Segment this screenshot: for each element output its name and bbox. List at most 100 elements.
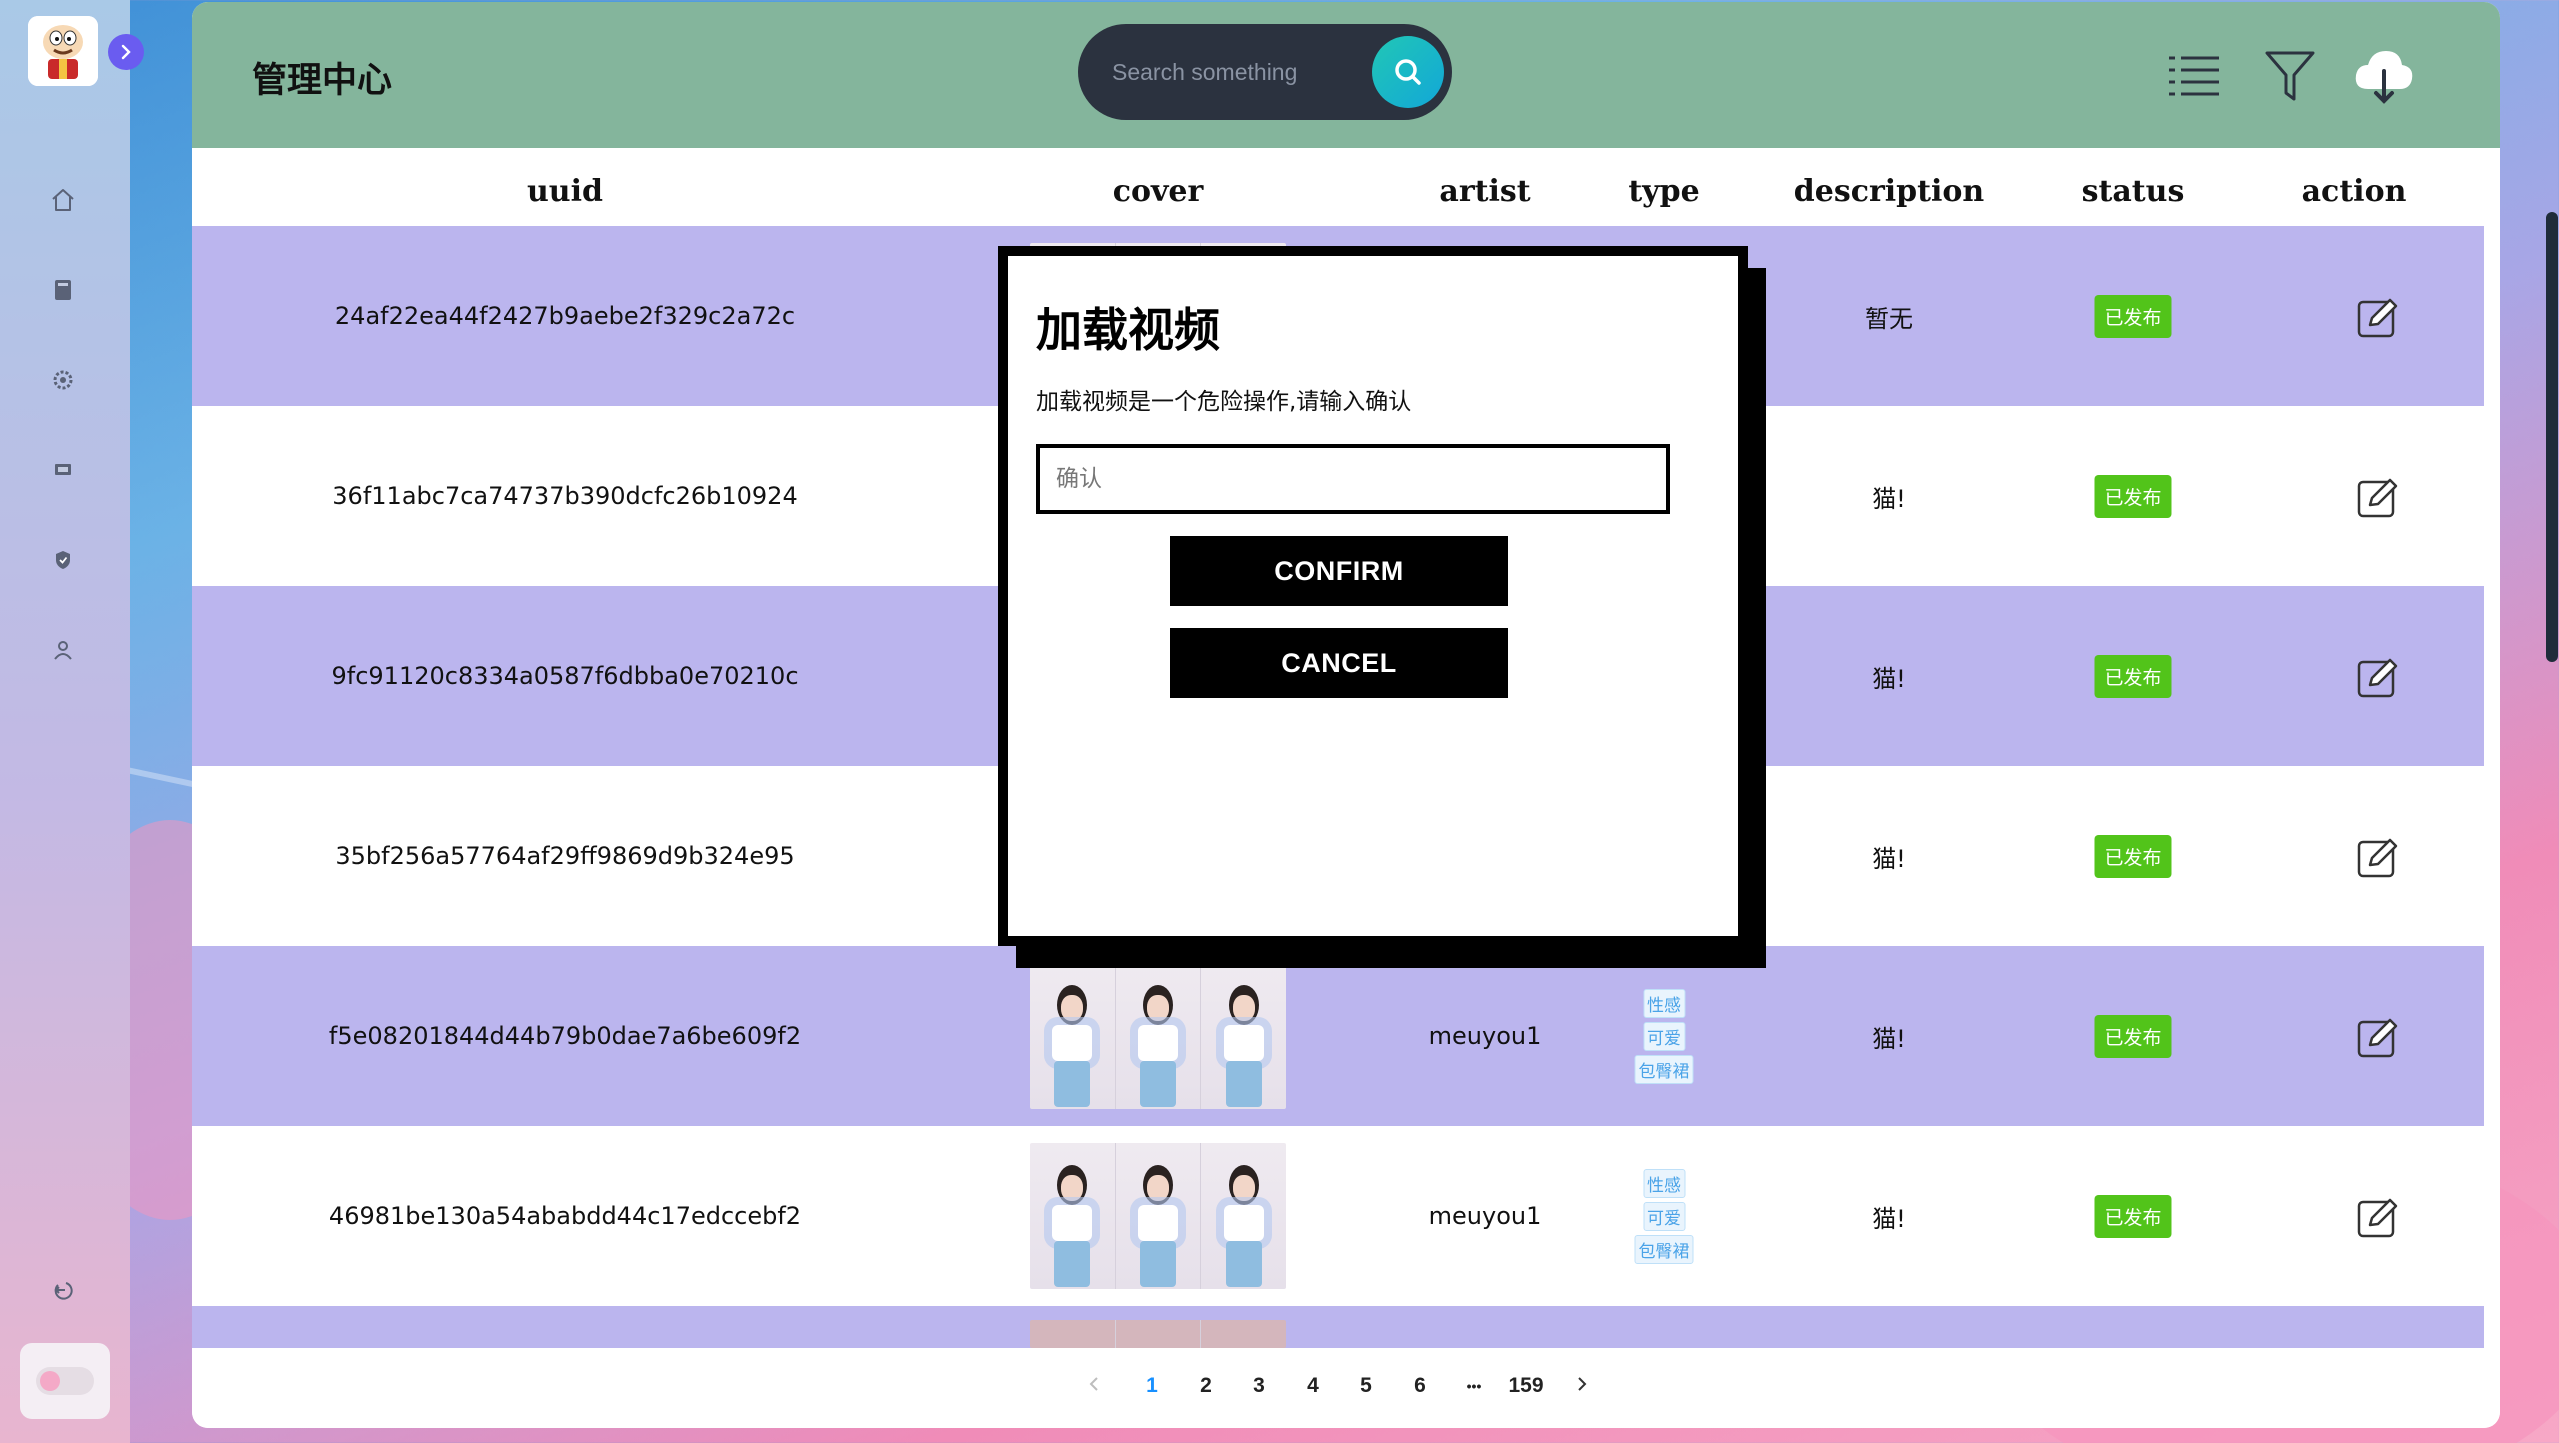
page-button[interactable]: 5 xyxy=(1360,1374,1372,1398)
column-header-cover[interactable]: cover xyxy=(1113,174,1204,209)
sidebar-item-user[interactable] xyxy=(45,632,81,668)
expand-sidebar-button[interactable] xyxy=(108,34,144,70)
table-row[interactable] xyxy=(192,1306,2484,1348)
table-row[interactable]: 46981be130a54ababdd44c17edccebf2 meuyou1… xyxy=(192,1126,2484,1306)
cover-cell xyxy=(1030,1126,1286,1306)
artist-cell: meuyou1 xyxy=(1428,1022,1542,1050)
status-badge: 已发布 xyxy=(2094,294,2172,338)
description-cell: 猫! xyxy=(1872,1024,1906,1053)
list-view-button[interactable] xyxy=(2162,44,2226,108)
page-button[interactable]: 3 xyxy=(1253,1374,1265,1398)
description-cell: 暂无 xyxy=(1865,304,1913,333)
status-badge: 已发布 xyxy=(2094,654,2172,698)
edit-button[interactable] xyxy=(2355,292,2403,340)
sidebar-item-logout[interactable] xyxy=(45,1272,81,1308)
confirm-button[interactable]: CONFIRM xyxy=(1170,536,1508,606)
cover-cell xyxy=(1030,1306,1286,1348)
cover-cell xyxy=(1030,946,1286,1126)
search-input[interactable] xyxy=(1112,50,1342,94)
status-badge: 已发布 xyxy=(2094,834,2172,878)
filter-icon xyxy=(2265,51,2315,101)
sidebar-item-home[interactable] xyxy=(45,182,81,218)
column-header-type[interactable]: type xyxy=(1628,174,1699,209)
column-header-status[interactable]: status xyxy=(2082,174,2185,209)
edit-button[interactable] xyxy=(2355,472,2403,520)
type-cell: 性感 可爱 包臀裙 xyxy=(1634,1126,1694,1306)
edit-button[interactable] xyxy=(2355,1192,2403,1240)
tag: 可爱 xyxy=(1643,1021,1685,1051)
column-header-artist[interactable]: artist xyxy=(1439,174,1530,209)
cover-thumbnail[interactable] xyxy=(1030,963,1286,1109)
table-row[interactable]: f5e08201844d44b79b0dae7a6be609f2 meuyou1… xyxy=(192,946,2484,1126)
shield-icon xyxy=(56,551,70,569)
page-button[interactable]: 159 xyxy=(1508,1374,1543,1398)
page-title: 管理中心 xyxy=(252,61,393,101)
cover-thumbnail[interactable] xyxy=(1030,1143,1286,1289)
status-cell: 已发布 xyxy=(2094,226,2172,406)
dialog-message: 加载视频是一个危险操作,请输入确认 xyxy=(1036,389,1412,415)
user-icon xyxy=(54,641,72,660)
uuid-cell: f5e08201844d44b79b0dae7a6be609f2 xyxy=(328,1022,802,1050)
header-bar: 管理中心 xyxy=(192,2,2500,148)
sidebar-item-security[interactable] xyxy=(45,542,81,578)
search-button[interactable] xyxy=(1372,36,1444,108)
edit-button[interactable] xyxy=(2355,1012,2403,1060)
status-cell: 已发布 xyxy=(2094,766,2172,946)
edit-icon xyxy=(2357,298,2398,338)
column-header-uuid[interactable]: uuid xyxy=(527,174,603,209)
table-header: uuid cover artist type description statu… xyxy=(192,158,2500,226)
confirm-text-input[interactable] xyxy=(1036,444,1670,514)
status-badge: 已发布 xyxy=(2094,474,2172,518)
tag: 性感 xyxy=(1643,988,1685,1018)
page-button[interactable]: 1 xyxy=(1146,1374,1158,1398)
chevron-right-icon xyxy=(1578,1377,1587,1391)
sidebar xyxy=(0,0,144,1443)
sidebar-item-settings[interactable] xyxy=(45,362,81,398)
page-button[interactable]: 4 xyxy=(1307,1374,1319,1398)
uuid-cell: 36f11abc7ca74737b390dcfc26b10924 xyxy=(332,482,798,510)
edit-button[interactable] xyxy=(2355,832,2403,880)
uuid-cell: 24af22ea44f2427b9aebe2f329c2a72c xyxy=(334,302,796,330)
status-badge: 已发布 xyxy=(2094,1014,2172,1058)
artist-cell: meuyou1 xyxy=(1428,1202,1542,1230)
chevron-right-icon xyxy=(121,44,131,60)
filter-button[interactable] xyxy=(2258,44,2322,108)
page-button[interactable]: 6 xyxy=(1414,1374,1426,1398)
description-cell: 猫! xyxy=(1872,1204,1906,1233)
description-cell: 猫! xyxy=(1872,844,1906,873)
prev-page-button[interactable] xyxy=(1087,1374,1101,1400)
load-video-dialog: 加载视频 加载视频是一个危险操作,请输入确认 CONFIRM CANCEL xyxy=(998,246,1748,946)
uuid-cell: 46981be130a54ababdd44c17edccebf2 xyxy=(328,1202,802,1230)
uuid-cell: 9fc91120c8334a0587f6dbba0e70210c xyxy=(331,662,799,690)
pagination: 1 2 3 4 5 6 ••• 159 xyxy=(192,1348,2500,1428)
avatar[interactable] xyxy=(28,16,98,86)
status-cell: 已发布 xyxy=(2094,1126,2172,1306)
cancel-button[interactable]: CANCEL xyxy=(1170,628,1508,698)
edit-icon xyxy=(2357,1198,2398,1238)
cover-thumbnail[interactable] xyxy=(1030,1320,1286,1348)
description-cell: 猫! xyxy=(1872,664,1906,693)
action-cell xyxy=(2355,406,2403,586)
page-button[interactable]: 2 xyxy=(1200,1374,1212,1398)
column-header-action[interactable]: action xyxy=(2302,174,2407,209)
tag: 性感 xyxy=(1643,1168,1685,1198)
sidebar-item-books[interactable] xyxy=(45,272,81,308)
theme-toggle-knob xyxy=(40,1371,60,1391)
dialog-title: 加载视频 xyxy=(1036,303,1220,357)
action-cell xyxy=(2355,586,2403,766)
theme-toggle[interactable] xyxy=(36,1367,94,1395)
edit-icon xyxy=(2357,838,2398,878)
chevron-left-icon xyxy=(1089,1377,1098,1391)
next-page-button[interactable] xyxy=(1575,1374,1589,1400)
theme-toggle-card xyxy=(20,1343,110,1419)
sidebar-item-monitor[interactable] xyxy=(45,452,81,488)
gear-icon xyxy=(53,370,73,390)
page-scrollbar[interactable] xyxy=(2546,212,2558,662)
upload-button[interactable] xyxy=(2352,44,2416,108)
description-cell: 猫! xyxy=(1872,484,1906,513)
edit-button[interactable] xyxy=(2355,652,2403,700)
column-header-description[interactable]: description xyxy=(1794,174,1984,209)
status-badge: 已发布 xyxy=(2094,1194,2172,1238)
cloud-upload-icon xyxy=(2355,51,2413,104)
page-ellipsis[interactable]: ••• xyxy=(1467,1378,1482,1394)
